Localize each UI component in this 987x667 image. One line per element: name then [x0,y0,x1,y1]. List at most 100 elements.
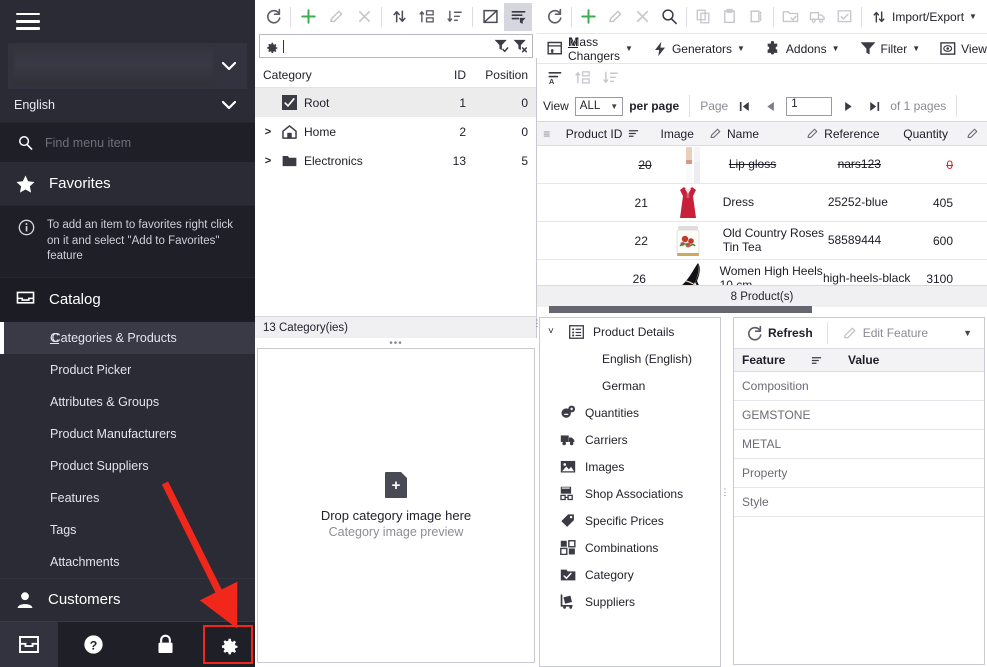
sidebar-item-attributes-groups[interactable]: Attributes & Groups [0,386,255,418]
sidebar-section-customers[interactable]: Customers [0,578,255,621]
product-details-item-category[interactable]: Category [540,561,720,588]
apply-filter-icon[interactable] [494,39,509,53]
table-row[interactable]: Composition [734,372,984,401]
category-filter-bar[interactable] [259,34,533,58]
menu-search-box[interactable]: Find menu item [0,121,255,163]
sort-alpha-icon[interactable]: A [541,64,569,92]
image-icon[interactable] [476,3,504,31]
table-row[interactable]: Style [734,488,984,517]
column-header-image[interactable]: Image [645,127,709,141]
product-details-item-german[interactable]: German [540,372,720,399]
column-header-value[interactable]: Value [842,353,984,367]
chevron-down-icon[interactable]: ˅ [548,326,560,337]
add-icon[interactable] [575,3,602,31]
refresh-features-button[interactable]: Refresh [740,321,819,345]
move-updown-icon[interactable] [385,3,413,31]
horizontal-scrollbar[interactable] [549,306,973,313]
scrollbar-thumb[interactable] [549,306,812,313]
sidebar-item-product-manufacturers[interactable]: Product Manufacturers [0,418,255,450]
menu-search-input[interactable]: Find menu item [45,136,131,150]
category-row-home[interactable]: > Home 2 0 [255,117,536,146]
grid-menu-icon[interactable]: ≡ [537,127,556,141]
lock-icon[interactable] [130,622,202,667]
expand-all-icon[interactable] [413,3,441,31]
vertical-splitter-grip[interactable]: ⋮ [721,317,730,667]
product-details-item-images[interactable]: Images [540,453,720,480]
import-export-button[interactable]: Import/Export ▼ [865,5,983,29]
table-row[interactable]: METAL [734,430,984,459]
product-details-item-combinations[interactable]: Combinations [540,534,720,561]
first-page-button[interactable] [734,96,754,116]
column-header-id[interactable]: ID [408,68,466,82]
previous-page-button[interactable] [760,96,780,116]
generators-button[interactable]: Generators ▼ [647,37,751,61]
account-selector[interactable] [8,42,247,89]
filter-button[interactable]: Filter ▼ [854,37,927,61]
check-doc-icon[interactable] [831,3,858,31]
column-header-feature[interactable]: Feature [734,353,842,367]
sidebar-section-catalog[interactable]: Catalog [0,277,255,322]
hamburger-menu-icon[interactable] [16,12,40,30]
column-header-category[interactable]: Category [255,68,408,82]
collapse-rows-icon[interactable] [597,64,625,92]
view-button[interactable]: View ▼ [934,37,987,61]
chevron-down-icon[interactable] [221,100,237,110]
table-row[interactable]: 26 Women High Heels 10 cm high-heels-bla… [537,260,987,285]
add-icon[interactable] [294,3,322,31]
table-row[interactable]: Property [734,459,984,488]
mass-changers-button[interactable]: MMass Changers ▼ [541,35,639,63]
duplicate-icon[interactable] [743,3,770,31]
settings-gear-button[interactable] [201,622,255,667]
category-image-dropzone[interactable]: + Drop category image here Category imag… [257,348,535,663]
column-header-name[interactable]: Name [709,127,806,141]
help-icon[interactable]: ? [58,622,130,667]
filter-list-icon[interactable] [504,2,532,31]
delete-icon[interactable] [350,3,378,31]
column-header-position[interactable]: Position [466,68,536,82]
refresh-icon[interactable] [259,3,287,31]
copy-icon[interactable] [690,3,717,31]
language-selector[interactable]: English [0,88,255,122]
product-details-item-shop-associations[interactable]: Shop Associations [540,480,720,507]
edit-icon[interactable] [322,3,350,31]
column-header-quantity[interactable]: Quantity [903,127,987,141]
category-row-electronics[interactable]: > Electronics 13 5 [255,146,536,175]
chevron-down-icon[interactable] [213,61,237,71]
panel-splitter-horizontal[interactable]: ••• [255,338,537,349]
truck-icon[interactable] [804,3,831,31]
product-details-item-english[interactable]: English (English) [540,345,720,372]
page-number-input[interactable]: 1 [786,96,833,116]
archive-icon[interactable] [0,621,58,667]
sidebar-item-attachments[interactable]: Attachments [0,546,255,578]
product-details-header[interactable]: ˅ Product Details [540,318,720,345]
sidebar-item-features[interactable]: Features [0,482,255,514]
table-row[interactable]: 21 Dress 25252-blue 405 [537,184,987,222]
product-details-item-carriers[interactable]: Carriers [540,426,720,453]
vertical-splitter-grip[interactable]: ⋮ [533,318,542,329]
expand-rows-icon[interactable] [569,64,597,92]
chevron-down-icon[interactable]: ▼ [963,328,978,338]
edit-icon[interactable] [602,3,629,31]
last-page-button[interactable] [864,96,884,116]
category-row-root[interactable]: Root 1 0 [255,88,536,117]
refresh-icon[interactable] [541,3,568,31]
edit-feature-button[interactable]: Edit Feature [836,321,934,345]
collapse-sort-icon[interactable] [441,3,469,31]
per-page-select[interactable]: ALL ▼ [574,96,624,116]
search-icon[interactable] [656,3,683,31]
product-details-item-quantities[interactable]: Quantities [540,399,720,426]
tree-expander[interactable]: > [261,126,275,138]
table-row[interactable]: GEMSTONE [734,401,984,430]
addons-button[interactable]: Addons ▼ [759,37,846,61]
gear-icon[interactable] [264,39,279,54]
tree-expander[interactable]: > [261,155,275,167]
table-row[interactable]: 22 Old Country Roses Tin Tea 58589444 60… [537,222,987,260]
sidebar-item-product-picker[interactable]: Product Picker [0,354,255,386]
sidebar-item-categories-products[interactable]: C Categories & Products [0,322,255,354]
table-row[interactable]: 20 Lip gloss nars123 0 [537,146,987,184]
product-details-item-specific-prices[interactable]: Specific Prices [540,507,720,534]
product-details-item-suppliers[interactable]: Suppliers [540,588,720,615]
check-folder-icon[interactable] [777,3,804,31]
next-page-button[interactable] [838,96,858,116]
paste-icon[interactable] [716,3,743,31]
